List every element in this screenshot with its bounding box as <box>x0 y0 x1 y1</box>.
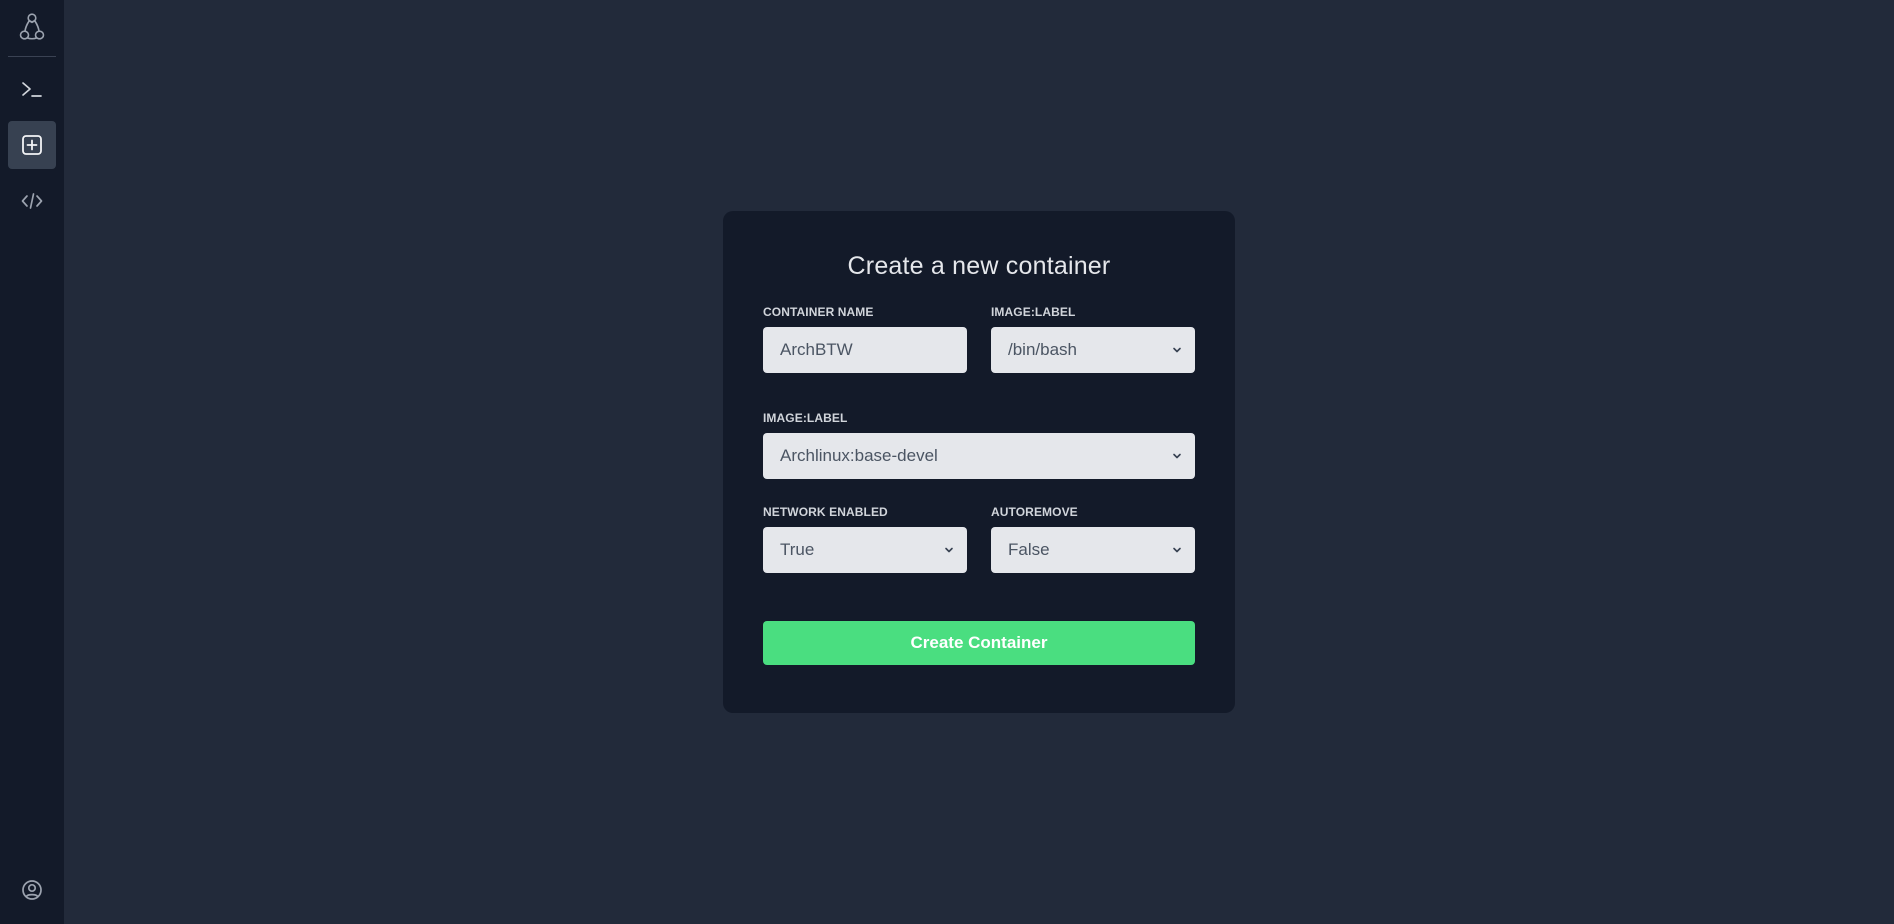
container-name-label: CONTAINER NAME <box>763 305 874 319</box>
sidebar-item-code[interactable] <box>8 177 56 225</box>
container-name-input[interactable]: ArchBTW <box>763 327 967 373</box>
shell-select[interactable]: /bin/bash <box>991 327 1195 373</box>
plus-square-icon <box>20 133 44 157</box>
image-select[interactable]: Archlinux:base-devel <box>763 433 1195 479</box>
chevron-down-icon <box>1173 347 1181 353</box>
sidebar-item-terminal[interactable] <box>8 65 56 113</box>
image-label: IMAGE:LABEL <box>763 411 848 425</box>
sidebar-item-create-container[interactable] <box>8 121 56 169</box>
shell-select-value: /bin/bash <box>1008 340 1077 359</box>
chevron-down-icon <box>1173 453 1181 459</box>
network-enabled-label: NETWORK ENABLED <box>763 505 888 519</box>
network-enabled-select[interactable]: True <box>763 527 967 573</box>
sidebar-divider <box>8 56 56 57</box>
terminal-icon <box>20 77 44 101</box>
autoremove-label: AUTOREMOVE <box>991 505 1078 519</box>
create-container-button[interactable]: Create Container <box>763 621 1195 665</box>
autoremove-select[interactable]: False <box>991 527 1195 573</box>
shell-label: IMAGE:LABEL <box>991 305 1076 319</box>
user-circle-icon <box>20 878 44 902</box>
chevron-down-icon <box>1173 547 1181 553</box>
code-icon <box>20 189 44 213</box>
image-select-value: Archlinux:base-devel <box>780 446 938 465</box>
user-profile-button[interactable] <box>8 866 56 914</box>
autoremove-value: False <box>1008 540 1050 559</box>
sidebar <box>0 0 64 924</box>
network-enabled-value: True <box>780 540 815 559</box>
linux-penguin-icon[interactable] <box>14 10 50 44</box>
chevron-down-icon <box>945 547 953 553</box>
page-title: Create a new container <box>847 252 1111 280</box>
container-name-value: ArchBTW <box>780 340 853 359</box>
